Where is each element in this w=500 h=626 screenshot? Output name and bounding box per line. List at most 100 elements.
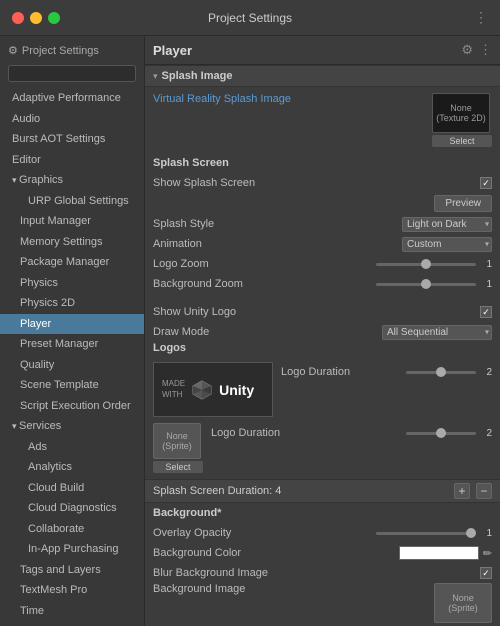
overlay-value: 1 (480, 528, 492, 539)
collapse-triangle-icon: ▾ (153, 71, 158, 82)
sidebar-item-cloud-diagnostics[interactable]: Cloud Diagnostics (0, 498, 144, 519)
sidebar-item-scene-template[interactable]: Scene Template (0, 375, 144, 396)
sidebar-item-burst-aot[interactable]: Burst AOT Settings (0, 129, 144, 150)
maximize-button[interactable] (48, 12, 60, 24)
bg-zoom-slider-row: 1 (376, 279, 492, 290)
none-sprite-select-button[interactable]: Select (153, 461, 203, 473)
blur-checkbox[interactable]: ✓ (480, 567, 492, 579)
sidebar-item-audio[interactable]: Audio (0, 109, 144, 130)
pencil-icon[interactable]: ✏ (483, 547, 492, 560)
none-sprite-label: None(Sprite) (162, 431, 192, 451)
sidebar-item-quality[interactable]: Quality (0, 355, 144, 376)
sidebar-search-bar (0, 63, 144, 88)
splash-preview-box: None (Texture 2D) Select (432, 93, 492, 147)
logo-duration-row1: Logo Duration 2 (281, 362, 492, 382)
sidebar-item-textmesh-pro[interactable]: TextMesh Pro (0, 580, 144, 601)
duration-label: Splash Screen Duration: 4 (153, 485, 281, 497)
sidebar-item-physics[interactable]: Physics (0, 273, 144, 294)
logo-zoom-row: Logo Zoom 1 (153, 254, 492, 274)
sidebar-item-analytics[interactable]: Analytics (0, 457, 144, 478)
logo-dur-val2: 2 (480, 428, 492, 439)
sidebar-item-urp-global[interactable]: URP Global Settings (0, 191, 144, 212)
bg-zoom-row: Background Zoom 1 (153, 274, 492, 294)
search-input[interactable] (8, 65, 136, 82)
draw-mode-dropdown[interactable]: All Sequential (382, 325, 492, 340)
bg-image-row: Background Image None(Sprite) Select (153, 583, 492, 626)
animation-dropdown-wrapper: Custom (402, 237, 492, 252)
content-icons: ⚙ ⋮ (461, 42, 492, 58)
sidebar-item-preset-manager[interactable]: Preset Manager (0, 334, 144, 355)
made-with-label: MADEWITH (162, 379, 185, 400)
sidebar-item-services[interactable]: Services (0, 416, 144, 437)
window-title: Project Settings (208, 11, 292, 25)
splash-select-button[interactable]: Select (432, 135, 492, 147)
settings-icon[interactable]: ⚙ (461, 42, 473, 58)
overlay-slider[interactable] (376, 532, 476, 535)
sidebar-item-graphics[interactable]: Graphics (0, 170, 144, 191)
bg-color-swatch[interactable] (399, 546, 479, 560)
show-splash-row: Show Splash Screen ✓ (153, 173, 492, 193)
animation-label: Animation (153, 238, 402, 250)
logo-duration-right: Logo Duration 2 (281, 362, 492, 382)
vr-splash-link[interactable]: Virtual Reality Splash Image (153, 93, 291, 105)
splash-style-dropdown[interactable]: Light on Dark (402, 217, 492, 232)
bg-zoom-slider[interactable] (376, 283, 476, 286)
show-unity-checkbox[interactable]: ✓ (480, 306, 492, 318)
sidebar-item-package-manager[interactable]: Package Manager (0, 252, 144, 273)
main-layout: ⚙ Project Settings Adaptive Performance … (0, 36, 500, 626)
sidebar-header: ⚙ Project Settings (0, 40, 144, 63)
bg-color-label: Background Color (153, 547, 399, 559)
sidebar-item-time[interactable]: Time (0, 601, 144, 622)
show-splash-checkbox[interactable]: ✓ (480, 177, 492, 189)
sidebar-item-memory[interactable]: Memory Settings (0, 232, 144, 253)
bg-image-thumb: None(Sprite) (434, 583, 492, 623)
animation-dropdown[interactable]: Custom (402, 237, 492, 252)
logo-zoom-slider[interactable] (376, 263, 476, 266)
preview-label: None (Texture 2D) (433, 103, 489, 123)
show-unity-logo-row: Show Unity Logo ✓ (153, 302, 492, 322)
duration-plus-button[interactable]: + (454, 483, 470, 499)
sidebar-item-input-manager[interactable]: Input Manager (0, 211, 144, 232)
blur-row: Blur Background Image ✓ (153, 563, 492, 583)
logo-duration-slider1[interactable] (406, 371, 476, 374)
splash-screen-section: Splash Screen Show Splash Screen ✓ Previ… (145, 153, 500, 298)
none-sprite-box: None(Sprite) Select (153, 423, 203, 473)
sidebar-item-tags-layers[interactable]: Tags and Layers (0, 560, 144, 581)
sidebar-item-in-app-purchasing[interactable]: In-App Purchasing (0, 539, 144, 560)
overlay-opacity-row: Overlay Opacity 1 (153, 523, 492, 543)
sidebar-item-adaptive-performance[interactable]: Adaptive Performance (0, 88, 144, 109)
logo-duration-slider2[interactable] (406, 432, 476, 435)
sidebar-item-ads[interactable]: Ads (0, 437, 144, 458)
bg-image-label: Background Image (153, 583, 434, 595)
sidebar-item-collaborate[interactable]: Collaborate (0, 519, 144, 540)
sidebar-item-player[interactable]: Player (0, 314, 144, 335)
minimize-button[interactable] (30, 12, 42, 24)
none-sprite-thumb: None(Sprite) (153, 423, 201, 459)
sidebar-item-cloud-build[interactable]: Cloud Build (0, 478, 144, 499)
more-options-icon[interactable]: ⋮ (474, 9, 488, 26)
more-icon[interactable]: ⋮ (479, 42, 492, 58)
duration-minus-button[interactable]: − (476, 483, 492, 499)
splash-image-section-header[interactable]: ▾ Splash Image (145, 65, 500, 87)
sidebar-item-editor[interactable]: Editor (0, 150, 144, 171)
draw-mode-label: Draw Mode (153, 326, 382, 338)
titlebar: Project Settings ⋮ (0, 0, 500, 36)
sidebar-item-script-execution[interactable]: Script Execution Order (0, 396, 144, 417)
preview-row: Preview (153, 193, 492, 214)
overlay-slider-row: 1 (376, 528, 492, 539)
unity-word: Unity (219, 382, 254, 398)
overlay-label: Overlay Opacity (153, 527, 376, 539)
background-section: Background* Overlay Opacity 1 Background… (145, 503, 500, 626)
logo-duration-label2: Logo Duration (211, 427, 406, 439)
logo-duration-label1: Logo Duration (281, 366, 406, 378)
splash-image-section: Virtual Reality Splash Image None (Textu… (145, 87, 500, 153)
sidebar-item-timeline[interactable]: Timeline (0, 621, 144, 626)
sidebar-item-physics2d[interactable]: Physics 2D (0, 293, 144, 314)
close-button[interactable] (12, 12, 24, 24)
duration-bar: Splash Screen Duration: 4 + − (145, 479, 500, 503)
splash-style-dropdown-wrapper: Light on Dark (402, 217, 492, 232)
preview-button[interactable]: Preview (434, 195, 492, 212)
none-sprite-area: None(Sprite) Select Logo Duration 2 (153, 421, 492, 475)
logo-zoom-label: Logo Zoom (153, 258, 376, 270)
logo-dur-slider-row1: 2 (406, 367, 492, 378)
